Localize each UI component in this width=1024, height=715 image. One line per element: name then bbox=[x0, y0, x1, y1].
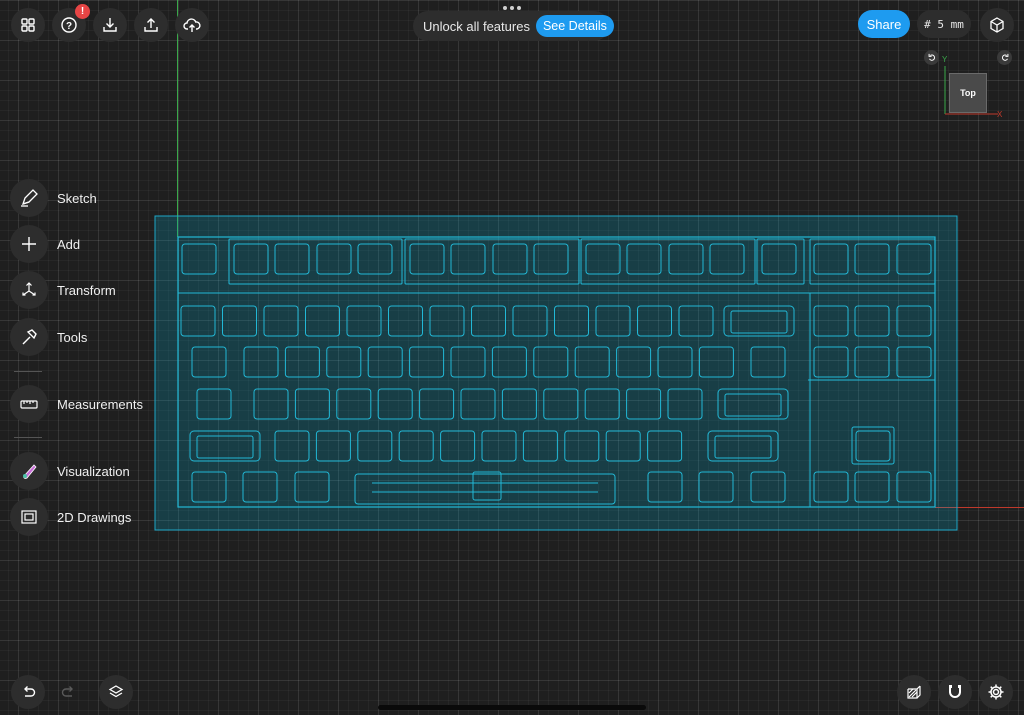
sidebar-item-measurements[interactable]: Measurements bbox=[10, 385, 143, 423]
cloud-upload-button[interactable] bbox=[175, 8, 209, 42]
sidebar-item-sketch[interactable]: Sketch bbox=[10, 179, 97, 217]
more-options-grabber[interactable] bbox=[503, 6, 521, 10]
layers-button[interactable] bbox=[99, 675, 133, 709]
notification-badge: ! bbox=[75, 4, 90, 19]
grid-size-button[interactable]: # 5 mm bbox=[917, 10, 971, 38]
svg-text:?: ? bbox=[66, 21, 72, 32]
view-mode-button[interactable] bbox=[980, 8, 1014, 42]
sidebar-item-add[interactable]: Add bbox=[10, 225, 80, 263]
unlock-banner: Unlock all features See Details bbox=[413, 11, 614, 41]
transform-icon bbox=[22, 282, 36, 296]
cloud-upload-icon bbox=[183, 18, 201, 32]
drawing-sheet-icon bbox=[21, 510, 37, 524]
x-axis-label: X bbox=[997, 110, 1003, 119]
sidebar-item-label: Visualization bbox=[57, 463, 130, 479]
magnet-icon bbox=[949, 685, 961, 698]
sidebar-item-transform[interactable]: Transform bbox=[10, 271, 116, 309]
sidebar-item-tools[interactable]: Tools bbox=[10, 318, 87, 356]
help-button[interactable]: ? ! bbox=[52, 4, 90, 42]
sidebar-divider bbox=[14, 437, 42, 438]
undo-icon bbox=[24, 686, 36, 697]
keyboard-plate-sketch[interactable] bbox=[0, 0, 1024, 715]
share-button[interactable]: Share bbox=[858, 10, 910, 38]
sidebar-item-2d-drawings[interactable]: 2D Drawings bbox=[10, 498, 131, 536]
view-cube[interactable]: Top bbox=[949, 73, 987, 113]
hatched-box-icon bbox=[907, 685, 921, 699]
sidebar-item-label: Tools bbox=[57, 329, 88, 345]
sidebar-item-label: 2D Drawings bbox=[57, 509, 132, 525]
grid-icon bbox=[21, 18, 35, 32]
hammer-icon bbox=[22, 329, 37, 345]
sidebar-item-label: Transform bbox=[57, 282, 116, 298]
help-icon: ? bbox=[61, 17, 77, 33]
undo-rotate-icon bbox=[1001, 53, 1008, 61]
download-icon bbox=[103, 18, 117, 32]
gear-icon bbox=[988, 684, 1004, 700]
ruler-icon bbox=[20, 400, 38, 409]
sidebar-item-label: Sketch bbox=[57, 190, 97, 206]
sidebar-item-label: Add bbox=[57, 236, 81, 252]
home-indicator bbox=[378, 705, 646, 710]
import-button[interactable] bbox=[93, 8, 127, 42]
see-details-button[interactable]: See Details bbox=[535, 15, 614, 37]
export-button[interactable] bbox=[134, 8, 168, 42]
redo-button[interactable] bbox=[52, 675, 86, 709]
banner-text: Unlock all features bbox=[423, 18, 530, 34]
undo-button[interactable] bbox=[11, 675, 45, 709]
plus-icon bbox=[22, 237, 36, 251]
palette-icon bbox=[23, 464, 37, 479]
upload-icon bbox=[144, 18, 158, 32]
section-view-button[interactable] bbox=[897, 675, 931, 709]
sidebar-item-label: Measurements bbox=[57, 396, 143, 412]
settings-button[interactable] bbox=[979, 675, 1013, 709]
rotate-left-button[interactable] bbox=[924, 50, 939, 65]
cube-perspective-icon bbox=[990, 17, 1004, 33]
redo-icon bbox=[61, 686, 73, 697]
pencil-icon bbox=[21, 189, 38, 207]
sidebar-item-visualization[interactable]: Visualization bbox=[10, 452, 130, 490]
grid-menu-button[interactable] bbox=[11, 8, 45, 42]
sidebar-divider bbox=[14, 371, 42, 372]
y-axis-label: Y bbox=[942, 55, 948, 64]
snap-button[interactable] bbox=[938, 675, 972, 709]
rotate-icon bbox=[928, 53, 935, 61]
layers-icon bbox=[108, 685, 124, 698]
